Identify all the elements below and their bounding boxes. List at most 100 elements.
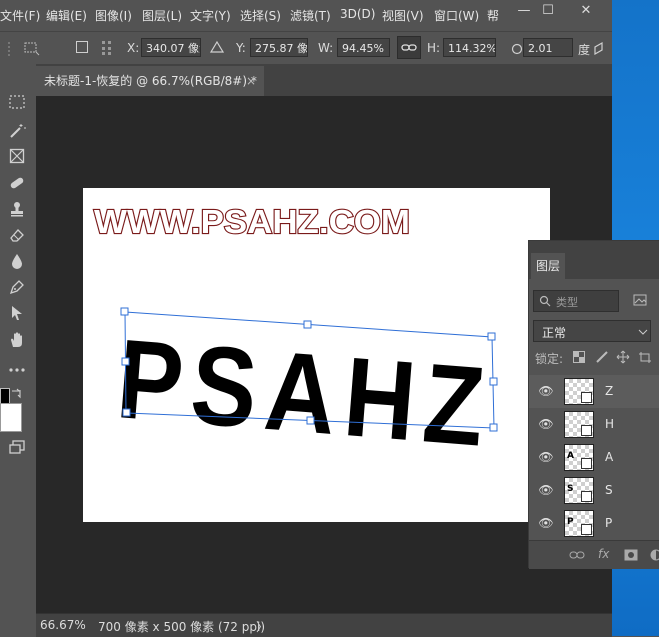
transform-handle[interactable] bbox=[120, 307, 129, 316]
magic-wand-icon[interactable] bbox=[6, 122, 28, 144]
layer-row[interactable]: 👁 P P bbox=[529, 507, 659, 541]
layers-tab[interactable]: 图层 bbox=[531, 253, 565, 279]
smart-object-badge bbox=[581, 425, 592, 436]
y-field[interactable]: 275.87 像素 bbox=[250, 38, 308, 57]
lock-move-icon[interactable] bbox=[616, 350, 630, 364]
layer-row[interactable]: 👁 A A bbox=[529, 441, 659, 475]
zoom-level[interactable]: 66.67% bbox=[40, 618, 86, 632]
w-field[interactable]: 94.45% bbox=[337, 38, 390, 57]
fx-icon[interactable]: fx bbox=[598, 547, 609, 561]
lock-label: 锁定: bbox=[535, 352, 564, 366]
lock-brush-icon[interactable] bbox=[595, 350, 609, 364]
smart-object-badge bbox=[581, 392, 592, 403]
layers-panel: 图层 类型 正常 锁定: 👁 Z 👁 H 👁 A A 👁 S S 👁 P P f… bbox=[528, 240, 659, 569]
blend-mode-select[interactable]: 正常 bbox=[533, 320, 651, 342]
frame-icon[interactable] bbox=[6, 148, 28, 170]
adjustment-icon[interactable] bbox=[650, 549, 659, 561]
menu-edit[interactable]: 编辑(E) bbox=[46, 7, 87, 24]
screen-mode-icon[interactable] bbox=[6, 439, 28, 461]
menu-select[interactable]: 选择(S) bbox=[240, 7, 281, 24]
reference-point-icon[interactable] bbox=[22, 40, 40, 56]
hand-icon[interactable] bbox=[6, 331, 28, 353]
eye-icon[interactable]: 👁 bbox=[538, 516, 554, 530]
reference-grid-icon[interactable] bbox=[100, 39, 118, 57]
stamp-icon[interactable] bbox=[6, 201, 28, 223]
blur-icon[interactable] bbox=[6, 253, 28, 275]
x-label: X: bbox=[127, 41, 140, 55]
transform-handle[interactable] bbox=[122, 408, 131, 417]
layer-name[interactable]: S bbox=[605, 483, 613, 497]
smart-object-badge bbox=[581, 458, 592, 469]
menu-bar: 文件(F) 编辑(E) 图像(I) 图层(L) 文字(Y) 选择(S) 滤镜(T… bbox=[0, 0, 612, 31]
pen-icon[interactable] bbox=[6, 279, 28, 301]
smart-object-badge bbox=[581, 491, 592, 502]
eye-icon[interactable]: 👁 bbox=[538, 450, 554, 464]
eye-icon[interactable]: 👁 bbox=[538, 384, 554, 398]
layer-row[interactable]: 👁 S S bbox=[529, 474, 659, 508]
angle-field[interactable]: 2.01 bbox=[523, 38, 573, 57]
x-field[interactable]: 340.07 像素 bbox=[141, 38, 201, 57]
layer-name[interactable]: A bbox=[605, 450, 613, 464]
layer-thumbnail: S bbox=[564, 477, 594, 504]
menu-filter[interactable]: 滤镜(T) bbox=[290, 7, 331, 24]
layer-name[interactable]: Z bbox=[605, 384, 613, 398]
h-field[interactable]: 114.32% bbox=[443, 38, 496, 57]
watermark-text: WWW.PSAHZ.COM bbox=[94, 203, 410, 240]
maximize-button[interactable]: ☐ bbox=[531, 0, 565, 22]
lock-artboard-icon[interactable] bbox=[638, 351, 652, 364]
link-layers-icon[interactable] bbox=[569, 550, 585, 560]
main-text: PSAHZ bbox=[113, 316, 489, 470]
menu-layer[interactable]: 图层(L) bbox=[142, 7, 182, 24]
layers-footer: fx bbox=[529, 540, 659, 569]
layer-thumbnail: A bbox=[564, 444, 594, 471]
options-bar: X: 340.07 像素 Y: 275.87 像素 W: 94.45% H: 1… bbox=[0, 31, 612, 66]
delta-icon[interactable] bbox=[209, 40, 225, 53]
heal-icon[interactable] bbox=[6, 175, 28, 197]
layer-thumbnail: P bbox=[564, 510, 594, 537]
close-button[interactable]: ✕ bbox=[569, 0, 603, 22]
layer-thumbnail bbox=[564, 411, 594, 438]
eye-icon[interactable]: 👁 bbox=[538, 483, 554, 497]
layers-panel-header: 图层 bbox=[529, 241, 659, 279]
transform-handle[interactable] bbox=[489, 377, 498, 386]
skew-icon[interactable] bbox=[593, 41, 607, 56]
layer-name[interactable]: H bbox=[605, 417, 614, 431]
swap-colors-icon[interactable] bbox=[10, 387, 22, 399]
transform-handle[interactable] bbox=[489, 423, 498, 432]
transform-handle[interactable] bbox=[121, 357, 130, 366]
menu-help[interactable]: 帮 bbox=[487, 7, 499, 24]
menu-image[interactable]: 图像(I) bbox=[95, 7, 132, 24]
menu-type[interactable]: 文字(Y) bbox=[190, 7, 231, 24]
lock-transparent-icon[interactable] bbox=[573, 351, 585, 363]
image-filter-icon[interactable] bbox=[633, 294, 647, 306]
layer-filter-dropdown[interactable]: 类型 bbox=[533, 290, 619, 312]
menu-view[interactable]: 视图(V) bbox=[382, 7, 424, 24]
layer-row[interactable]: 👁 Z bbox=[529, 375, 659, 409]
y-label: Y: bbox=[236, 41, 246, 55]
transform-handle[interactable] bbox=[303, 320, 312, 329]
menu-window[interactable]: 窗口(W) bbox=[434, 7, 479, 24]
reference-checkbox[interactable] bbox=[76, 41, 88, 53]
document-tab-bar: 未标题-1-恢复的 @ 66.7%(RGB/8#) * × bbox=[36, 64, 612, 96]
grip-handle[interactable] bbox=[8, 42, 12, 56]
layer-row[interactable]: 👁 H bbox=[529, 408, 659, 442]
eraser-icon[interactable] bbox=[6, 227, 28, 249]
marquee-icon[interactable] bbox=[6, 94, 28, 116]
path-select-icon[interactable] bbox=[6, 305, 28, 327]
h-label: H: bbox=[427, 41, 441, 55]
status-arrow-icon[interactable]: 〉 bbox=[256, 618, 268, 635]
eye-icon[interactable]: 👁 bbox=[538, 417, 554, 431]
layer-name[interactable]: P bbox=[605, 516, 612, 530]
tab-close-icon[interactable]: × bbox=[246, 66, 256, 96]
mask-icon[interactable] bbox=[624, 549, 638, 561]
link-icon[interactable] bbox=[397, 36, 421, 59]
more-icon[interactable] bbox=[6, 357, 28, 379]
document-tab[interactable]: 未标题-1-恢复的 @ 66.7%(RGB/8#) * × bbox=[36, 66, 264, 96]
canvas[interactable]: WWW.PSAHZ.COM PSAHZ bbox=[83, 188, 550, 522]
background-color-swatch[interactable] bbox=[0, 403, 22, 432]
menu-file[interactable]: 文件(F) bbox=[0, 7, 40, 24]
transform-handle[interactable] bbox=[487, 332, 496, 341]
rotate-icon[interactable] bbox=[511, 43, 523, 55]
menu-3d[interactable]: 3D(D) bbox=[340, 7, 375, 21]
transform-handle[interactable] bbox=[306, 416, 315, 425]
